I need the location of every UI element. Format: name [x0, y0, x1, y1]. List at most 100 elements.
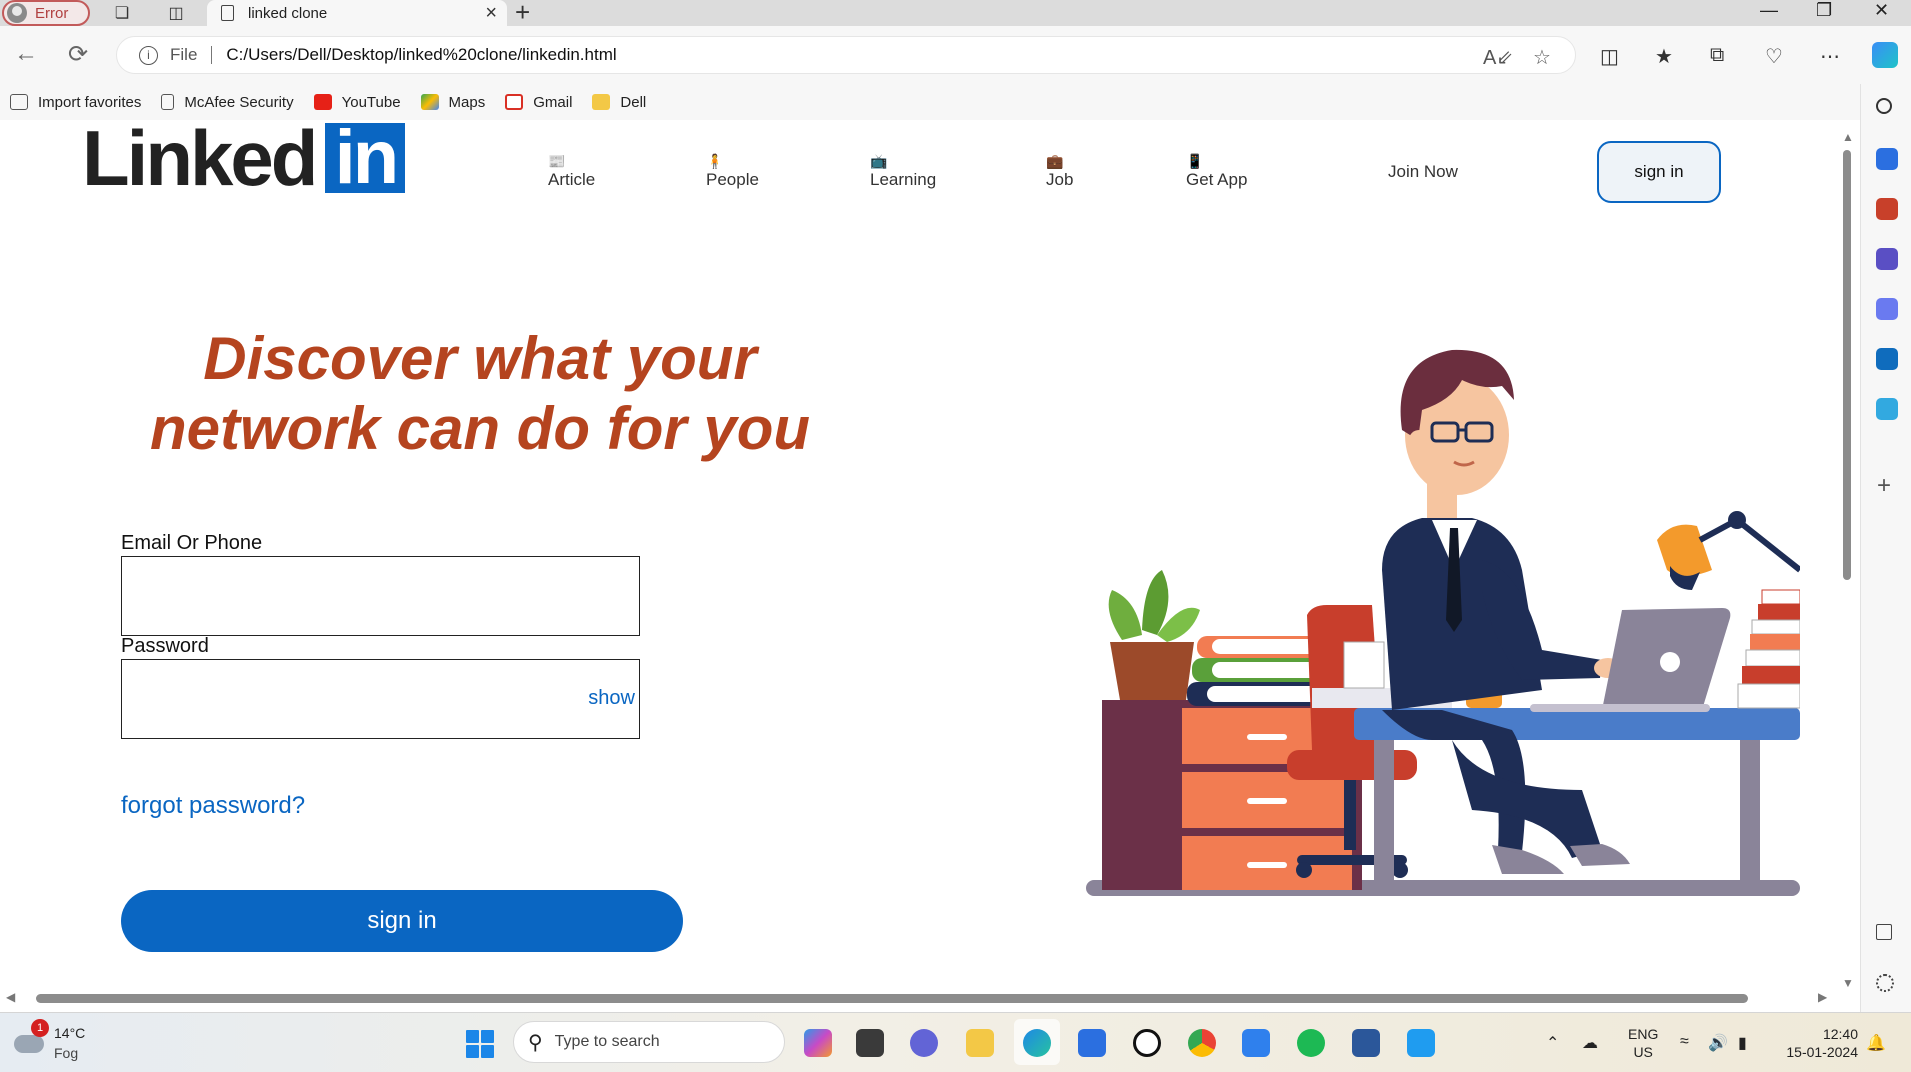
fog-icon — [14, 1035, 44, 1053]
nav-article[interactable]: 📰 Article — [548, 152, 595, 190]
sign-in-top-button[interactable]: sign in — [1597, 141, 1721, 203]
collections-icon[interactable]: ⧉ — [1710, 44, 1724, 67]
linkedin-logo[interactable]: Linked in — [82, 120, 406, 197]
system-clock[interactable]: 12:40 15-01-2024 — [1776, 1025, 1858, 1061]
outlook-icon[interactable] — [1876, 348, 1898, 370]
edge-browser-icon[interactable] — [1023, 1029, 1051, 1057]
address-bar[interactable]: i File C:/Users/Dell/Desktop/linked%20cl… — [116, 36, 1576, 74]
favorite-mcafee[interactable]: McAfee Security — [161, 94, 294, 111]
notification-bell-icon[interactable]: 🔔 — [1866, 1033, 1886, 1053]
task-view-icon[interactable] — [856, 1029, 884, 1057]
browser-essentials-icon[interactable]: ♡ — [1765, 44, 1783, 69]
folder-icon — [592, 94, 611, 110]
nav-job[interactable]: 💼 Job — [1046, 152, 1073, 190]
tab-linked-clone[interactable]: linked clone × — [207, 0, 507, 26]
spotify-icon[interactable] — [1297, 1029, 1325, 1057]
back-icon[interactable]: ← — [14, 40, 38, 68]
show-hidden-icons-chevron-icon[interactable]: ⌃ — [1546, 1033, 1559, 1053]
scroll-down-arrow-icon[interactable]: ▼ — [1842, 976, 1854, 990]
favorite-star-icon[interactable]: ☆ — [1533, 45, 1551, 70]
page-icon — [161, 94, 175, 110]
forgot-password-link[interactable]: forgot password? — [121, 792, 305, 820]
windows-logo-pane — [481, 1045, 494, 1058]
favorite-dell[interactable]: Dell — [592, 94, 646, 111]
favorite-gmail[interactable]: Gmail — [505, 94, 572, 111]
drop-icon[interactable] — [1876, 398, 1898, 420]
nav-label: Get App — [1186, 170, 1248, 189]
favorite-import[interactable]: Import favorites — [10, 94, 141, 111]
person-ear — [1409, 430, 1429, 450]
input-language[interactable]: ENG US — [1628, 1025, 1658, 1061]
copilot-icon[interactable] — [1872, 42, 1898, 68]
shopping-tag-icon[interactable] — [1876, 148, 1898, 170]
refresh-icon[interactable]: ⟳ — [68, 40, 88, 69]
copilot-preview-icon[interactable] — [804, 1029, 832, 1057]
word-icon[interactable] — [1352, 1029, 1380, 1057]
headline-line-2: network can do for you — [149, 395, 811, 462]
microsoft-store-icon[interactable] — [1078, 1029, 1106, 1057]
url-text[interactable]: C:/Users/Dell/Desktop/linked%20clone/lin… — [226, 45, 616, 65]
join-now-link[interactable]: Join Now — [1388, 162, 1458, 182]
restore-icon[interactable]: ❐ — [1816, 0, 1832, 21]
volume-icon[interactable]: 🔊 — [1708, 1033, 1728, 1053]
close-tab-icon[interactable]: × — [485, 2, 497, 25]
teams-chat-icon[interactable] — [910, 1029, 938, 1057]
add-sidebar-app-icon[interactable]: + — [1877, 472, 1891, 500]
favorites-icon[interactable]: ★ — [1655, 44, 1673, 69]
close-window-icon[interactable]: ✕ — [1874, 0, 1889, 21]
nav-get-app[interactable]: 📱 Get App — [1186, 152, 1247, 190]
minimize-icon[interactable]: — — [1760, 0, 1778, 21]
info-icon[interactable]: i — [139, 45, 158, 65]
scroll-up-arrow-icon[interactable]: ▲ — [1842, 130, 1854, 144]
book — [1751, 619, 1800, 635]
weather-widget[interactable]: 1 14°C Fog — [14, 1019, 94, 1065]
settings-gear-icon[interactable] — [1876, 974, 1894, 992]
page-viewport: Linked in 📰 Article 🧍 People 📺 Learning … — [0, 120, 1860, 1000]
email-field[interactable] — [121, 556, 640, 636]
nav-people[interactable]: 🧍 People — [706, 152, 759, 190]
file-scheme-label: File — [170, 45, 198, 64]
scroll-left-arrow-icon[interactable]: ◀ — [6, 990, 15, 1004]
battery-icon[interactable]: ▮ — [1738, 1033, 1747, 1053]
search-placeholder: Type to search — [554, 1033, 660, 1050]
headline-line-1: Discover what your — [203, 325, 757, 392]
onedrive-cloud-icon[interactable]: ☁ — [1582, 1033, 1598, 1053]
start-button[interactable] — [466, 1030, 494, 1058]
tools-icon[interactable] — [1876, 198, 1898, 220]
book — [1745, 649, 1800, 667]
wifi-icon[interactable]: ≈ — [1680, 1033, 1689, 1051]
chair-post — [1344, 780, 1356, 850]
favorite-maps[interactable]: Maps — [420, 94, 485, 111]
nav-label: Learning — [870, 170, 937, 189]
show-password-toggle[interactable]: show — [588, 687, 635, 710]
person-icon: 🧍 — [706, 153, 724, 169]
read-aloud-icon[interactable]: A⇙ — [1483, 45, 1513, 70]
microsoft-365-icon[interactable] — [1876, 298, 1898, 320]
hero-headline: Discover what your network can do for yo… — [120, 324, 840, 464]
horizontal-scrollbar[interactable]: ◀ ▶ — [0, 988, 1838, 1006]
sidebar-toggle-icon[interactable] — [1876, 924, 1892, 940]
todo-check-icon[interactable] — [1242, 1029, 1270, 1057]
workspaces-icon[interactable]: ❏ — [110, 2, 134, 24]
favorite-youtube[interactable]: YouTube — [313, 94, 401, 111]
chrome-icon[interactable] — [1188, 1029, 1216, 1057]
split-screen-icon[interactable]: ◫ — [1600, 44, 1619, 69]
scroll-right-arrow-icon[interactable]: ▶ — [1818, 990, 1827, 1004]
vscode-icon[interactable] — [1407, 1029, 1435, 1057]
vertical-scrollbar[interactable]: ▲ ▼ — [1838, 120, 1854, 992]
taskbar-search[interactable]: ⚲ Type to search — [513, 1021, 785, 1063]
games-icon[interactable] — [1876, 248, 1898, 270]
search-icon[interactable] — [1876, 98, 1892, 114]
profile-button[interactable]: Error — [2, 0, 90, 26]
password-field[interactable]: show — [121, 659, 640, 739]
file-explorer-icon[interactable] — [966, 1029, 994, 1057]
windows-logo-pane — [466, 1045, 479, 1058]
vertical-scroll-thumb[interactable] — [1843, 150, 1851, 580]
horizontal-scroll-thumb[interactable] — [36, 994, 1748, 1003]
nav-learning[interactable]: 📺 Learning — [870, 152, 936, 190]
new-tab-icon[interactable]: + — [515, 0, 530, 25]
vertical-tabs-icon[interactable]: ◫ — [164, 2, 188, 24]
sign-in-button[interactable]: sign in — [121, 890, 683, 952]
dell-icon[interactable] — [1133, 1029, 1161, 1057]
more-menu-icon[interactable]: ⋯ — [1820, 44, 1840, 69]
